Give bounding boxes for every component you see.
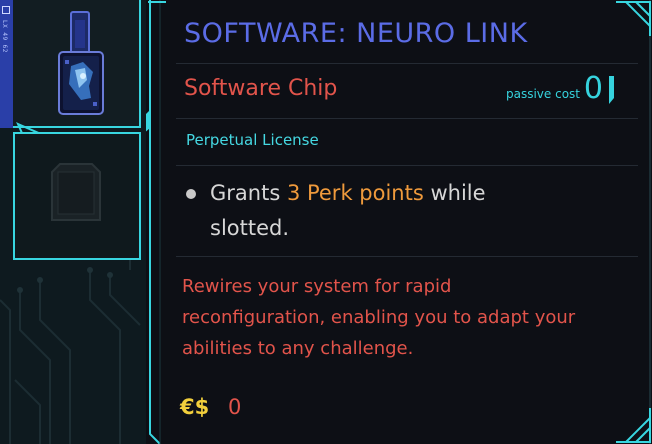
divider-perk bbox=[176, 256, 638, 257]
divider-type bbox=[176, 118, 638, 119]
divider-title bbox=[176, 63, 638, 64]
license-text: Perpetual License bbox=[186, 131, 319, 149]
software-chip-icon bbox=[58, 11, 104, 115]
item-type: Software Chip bbox=[184, 76, 338, 101]
price-value: 0 bbox=[228, 395, 242, 419]
passive-cost-label: passive cost bbox=[505, 87, 580, 101]
item-tooltip-screen: LX 49 62 SOFTWARE: NEURO LINK Software C… bbox=[0, 0, 652, 444]
description-line-2: reconfiguration, enabling you to adapt y… bbox=[182, 307, 576, 328]
perk-prefix: Grants bbox=[210, 181, 287, 205]
slot-marker-text: LX 49 62 bbox=[1, 20, 8, 53]
perk-line-1: Grants 3 Perk points while bbox=[210, 181, 486, 205]
description-line-1: Rewires your system for rapid bbox=[182, 276, 452, 297]
perk-line-2: slotted. bbox=[210, 216, 290, 240]
inventory-column: LX 49 62 bbox=[0, 0, 146, 444]
equipped-slot-marker: LX 49 62 bbox=[0, 0, 14, 128]
item-title: SOFTWARE: NEURO LINK bbox=[184, 18, 528, 49]
chip-slot-selected[interactable] bbox=[13, 0, 141, 128]
eurodollar-icon: €$ bbox=[180, 395, 210, 419]
cost-bar-icon bbox=[609, 76, 614, 104]
description-line-3: abilities to any challenge. bbox=[182, 338, 414, 359]
empty-chip-slot-icon bbox=[51, 163, 101, 221]
perk-highlight: 3 Perk points bbox=[286, 181, 424, 205]
tooltip-panel: SOFTWARE: NEURO LINK Software Chip passi… bbox=[146, 0, 652, 444]
perk-suffix: while bbox=[423, 181, 486, 205]
chip-slot-empty[interactable] bbox=[13, 132, 141, 260]
passive-cost-value: 0 bbox=[583, 71, 603, 106]
divider-license bbox=[176, 165, 638, 166]
bullet-icon bbox=[186, 189, 196, 199]
slot-marker-icon bbox=[2, 6, 10, 14]
